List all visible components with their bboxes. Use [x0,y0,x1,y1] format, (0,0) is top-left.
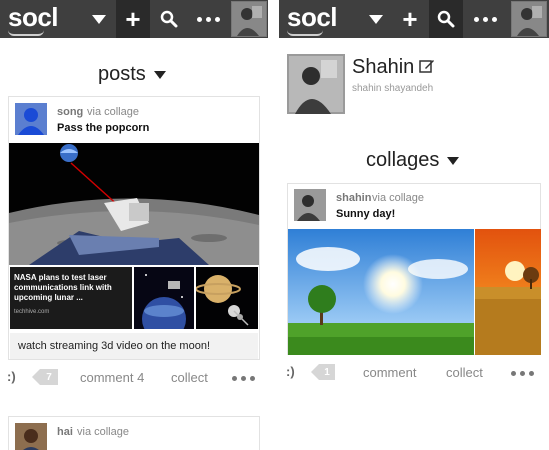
via-label: via collage [77,426,129,438]
more-icon [196,16,220,22]
smile-button[interactable]: :) [286,364,295,379]
avatar-image [512,2,546,36]
news-thumbnail[interactable]: NASA plans to test laser communications … [10,267,132,329]
search-icon [160,10,178,28]
post-action-bar: :) 1 comment collect [279,361,549,383]
plus-icon: + [402,4,418,34]
profile-handle: shahin shayandeh [352,83,434,94]
sunny-sky-image[interactable] [288,229,474,355]
top-bar: socl + [0,0,268,38]
collage-card[interactable]: shahin via collage Sunny day! [287,183,541,355]
collect-button[interactable]: collect [171,370,208,385]
post-caption[interactable]: watch streaming 3d video on the moon! [10,333,258,359]
section-title: posts [98,63,146,85]
post-action-bar: :) 7 comment 4 collect [0,366,268,388]
search-button[interactable] [152,0,186,38]
avatar-image [232,2,266,36]
saturn-thumbnail[interactable] [196,267,258,329]
search-icon [437,10,455,28]
edit-icon[interactable] [419,58,435,74]
chevron-down-icon [369,14,383,24]
post-card[interactable]: song via collage Pass the popcorn NASA p… [8,96,260,360]
author-avatar[interactable] [15,423,47,450]
plus-icon: + [125,4,141,34]
avatar[interactable] [231,1,267,37]
more-button[interactable] [188,0,228,38]
author-name[interactable]: song [57,106,83,118]
chevron-down-icon [153,70,166,79]
author-avatar[interactable] [294,189,326,221]
section-title: collages [366,149,440,171]
top-bar: socl + [279,0,549,38]
smile-count-badge[interactable]: 1 [311,364,335,380]
author-avatar[interactable] [15,103,47,135]
chevron-down-icon [447,156,460,165]
news-source: techhive.com [14,309,50,315]
collages-section-header[interactable]: collages [366,149,460,172]
more-icon [473,16,497,22]
via-label: via collage [87,106,139,118]
add-button[interactable]: + [393,0,427,38]
more-button[interactable] [465,0,505,38]
profile-panel: socl + Shahin shahin shayandeh collages … [279,0,549,450]
socl-logo[interactable]: socl [287,2,338,32]
space-thumbnail[interactable] [134,267,194,329]
comment-button[interactable]: comment 4 [80,370,144,385]
post-title[interactable]: Pass the popcorn [57,122,149,134]
chevron-down-icon [92,14,106,24]
more-actions-icon[interactable] [511,371,534,376]
sunset-field-image[interactable] [475,229,541,355]
author-name[interactable]: hai [57,426,73,438]
via-label: via collage [372,192,424,204]
posts-panel: socl + posts song via collage Pass the p… [0,0,268,450]
dropdown-button[interactable] [359,0,393,38]
profile-name: Shahin [352,56,415,78]
smile-button[interactable]: :) [7,369,16,384]
news-headline: NASA plans to test laser communications … [14,273,112,302]
search-button[interactable] [429,0,463,38]
post-card[interactable]: hai via collage [8,416,260,450]
moon-image[interactable] [9,143,259,265]
profile-photo[interactable] [287,54,345,114]
logo-arc [287,30,323,36]
post-title[interactable]: Sunny day! [336,208,395,220]
logo-arc [8,30,44,36]
smile-count-badge[interactable]: 7 [32,369,58,385]
avatar[interactable] [511,1,547,37]
author-name[interactable]: shahin [336,192,371,204]
more-actions-icon[interactable] [232,376,255,381]
comment-button[interactable]: comment [363,365,416,380]
add-button[interactable]: + [116,0,150,38]
collect-button[interactable]: collect [446,365,483,380]
dropdown-button[interactable] [82,0,116,38]
posts-section-header[interactable]: posts [98,63,166,86]
socl-logo[interactable]: socl [8,2,59,32]
